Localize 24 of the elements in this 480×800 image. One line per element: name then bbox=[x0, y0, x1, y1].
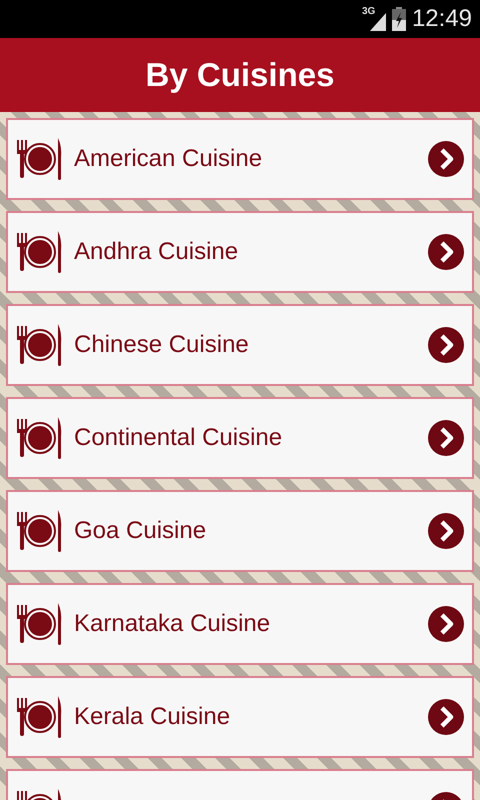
cuisine-item[interactable]: Andhra Cuisine bbox=[6, 211, 474, 293]
chevron-right-icon[interactable] bbox=[428, 141, 464, 177]
cuisine-item[interactable]: Kerala Cuisine bbox=[6, 676, 474, 758]
chevron-right-icon[interactable] bbox=[428, 606, 464, 642]
cuisine-label: Karnataka Cuisine bbox=[74, 610, 272, 638]
cuisine-item[interactable]: Karnataka Cuisine bbox=[6, 583, 474, 665]
cuisine-label: Chinese Cuisine bbox=[74, 331, 250, 359]
cuisine-item[interactable]: American Cuisine bbox=[6, 118, 474, 200]
cuisine-label: Continental Cuisine bbox=[74, 424, 284, 452]
cuisine-item[interactable]: Continental Cuisine bbox=[6, 397, 474, 479]
chevron-right-icon[interactable] bbox=[428, 513, 464, 549]
chevron-right-icon[interactable] bbox=[428, 234, 464, 270]
battery-icon bbox=[392, 7, 406, 31]
screen-title: By Cuisines bbox=[146, 56, 334, 94]
clock-time: 12:49 bbox=[412, 5, 472, 33]
chevron-right-icon[interactable] bbox=[428, 420, 464, 456]
cuisine-label: American Cuisine bbox=[74, 145, 264, 173]
chevron-right-icon[interactable] bbox=[428, 327, 464, 363]
cuisine-label: Kerala Cuisine bbox=[74, 703, 232, 731]
chevron-right-icon[interactable] bbox=[428, 699, 464, 735]
cuisine-item[interactable]: Chinese Cuisine bbox=[6, 304, 474, 386]
cuisine-label: Andhra Cuisine bbox=[74, 238, 240, 266]
cuisine-label: Goa Cuisine bbox=[74, 517, 208, 545]
cuisine-item[interactable]: Goa Cuisine bbox=[6, 490, 474, 572]
